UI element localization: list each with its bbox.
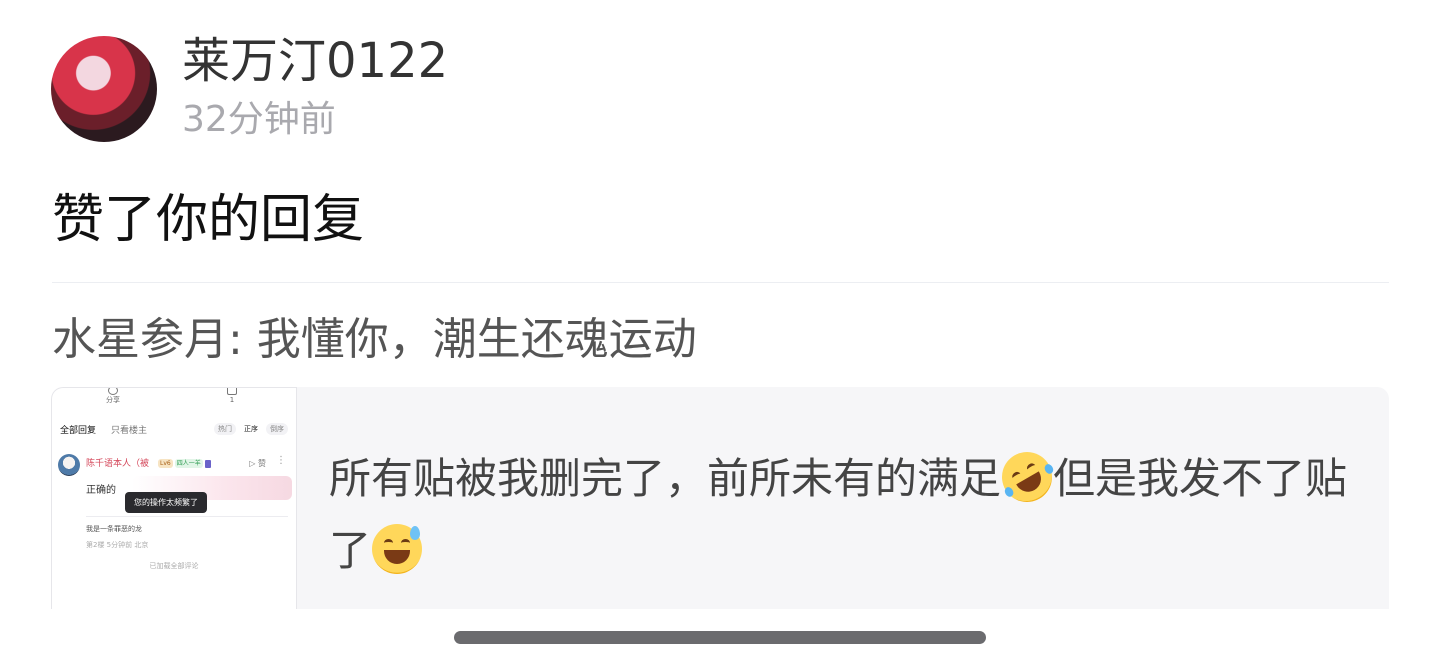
notification-action-text: 赞了你的回复: [52, 190, 365, 250]
thumbnail-share-label: 分享: [106, 396, 120, 404]
grinning-sweat-emoji: [372, 524, 423, 574]
thumbnail-commenter-name: 陈千语本人（被: [86, 459, 150, 469]
thumbnail-like-label: 赞: [258, 459, 266, 468]
thumbnail-comment-text: 正确的: [86, 485, 116, 496]
thumbnail-count-label: 1: [229, 396, 235, 404]
home-indicator[interactable]: [454, 631, 986, 644]
post-text: 所有贴被我删完了，前所未有的满足 但是我发不了贴了: [329, 442, 1359, 587]
thumbnail-sort-hot: 热门: [214, 423, 236, 435]
quoted-reply[interactable]: 水星参月: 我懂你，潮生还魂运动: [52, 311, 697, 369]
thumbnail-group-badge: 四人一羊: [174, 459, 203, 468]
share-icon: [108, 388, 118, 395]
thumbnail-medal-icon: [204, 459, 211, 468]
thumbnail-meta: 第2楼 5分钟前 北京: [86, 541, 149, 549]
thumbnail-toast: 您的操作太频繁了: [125, 492, 207, 513]
thumbnail-action-row: 分享 1: [52, 388, 296, 416]
comment-icon: [227, 388, 237, 395]
thumbnail-commenter-avatar: [58, 454, 80, 476]
thumbnail-comment-count: 1: [227, 388, 237, 405]
thumbnail-tabs: 全部回复 只看楼主 热门 正序 倒序: [60, 423, 288, 440]
divider: [52, 282, 1389, 283]
post-card[interactable]: 分享 1 全部回复 只看楼主 热门 正序 倒序 陈千语本人（被 Lv6 四人一羊…: [51, 387, 1389, 609]
username[interactable]: 莱万汀0122: [182, 30, 448, 92]
thumbnail-level-badge: Lv6: [158, 459, 173, 468]
notification-page: 莱万汀0122 32分钟前 赞了你的回复 水星参月: 我懂你，潮生还魂运动 分享…: [0, 0, 1440, 649]
thumbnail-loaded-all: 已加载全部评论: [149, 562, 199, 570]
thumbnail-sort-desc: 倒序: [266, 423, 288, 435]
thumbnail-divider: [86, 516, 288, 517]
thumbs-up-icon: ▷: [249, 459, 256, 468]
post-text-part1: 所有贴被我删完了，前所未有的满足: [329, 454, 1002, 503]
thumbnail-tab-author-only: 只看楼主: [111, 426, 148, 436]
thumbnail-tab-all: 全部回复: [60, 426, 97, 436]
thumbnail-sort-asc: 正序: [240, 423, 262, 435]
thumbnail-share: 分享: [106, 388, 120, 405]
timestamp: 32分钟前: [182, 99, 336, 140]
rolling-on-floor-laughing-emoji: [992, 442, 1062, 512]
more-icon: ⋮: [276, 455, 286, 466]
post-thumbnail[interactable]: 分享 1 全部回复 只看楼主 热门 正序 倒序 陈千语本人（被 Lv6 四人一羊…: [51, 387, 297, 609]
thumbnail-like: ▷ 赞: [249, 458, 266, 469]
thumbnail-sort-options: 热门 正序 倒序: [214, 423, 288, 435]
thumbnail-subreply: 我是一条罪恶的龙: [86, 525, 142, 533]
thumbnail-badges: Lv6 四人一羊: [158, 459, 211, 468]
avatar[interactable]: [51, 36, 157, 142]
